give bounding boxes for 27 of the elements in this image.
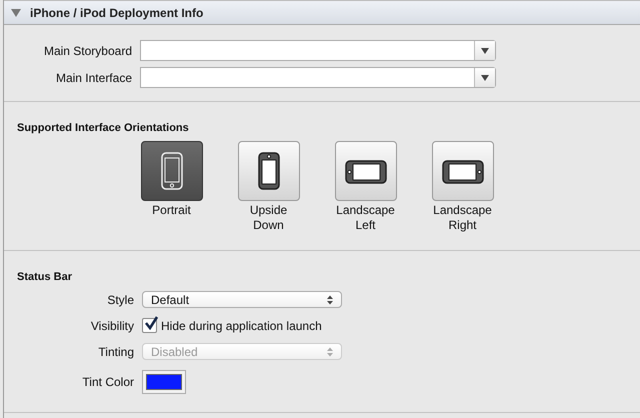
checkbox[interactable] [142, 318, 157, 333]
orientation-label: Portrait [152, 203, 191, 218]
popup-button[interactable]: Default [142, 291, 342, 308]
orientation-label: Landscape Right [433, 203, 492, 233]
section-title: iPhone / iPod Deployment Info [30, 6, 204, 20]
section-heading: Status Bar [17, 271, 74, 283]
section-header[interactable]: iPhone / iPod Deployment Info [4, 0, 640, 25]
stepper-arrows-icon [326, 294, 334, 304]
orientation-toggle[interactable] [238, 141, 300, 201]
stepper-arrows-icon [326, 346, 334, 356]
orientation-label: Upside Down [250, 203, 288, 233]
orientation-toggle[interactable] [334, 141, 396, 201]
field-label: Tint Color [81, 375, 135, 389]
field-label: Visibility [90, 318, 135, 332]
checkbox-label: Hide during application launch [161, 318, 322, 332]
checkmark-icon [144, 316, 159, 330]
field-label: Style [106, 292, 135, 306]
orientation-label: Landscape Left [336, 203, 395, 233]
field-label: Main Interface [54, 70, 133, 84]
color-well[interactable] [142, 370, 186, 394]
dropdown-arrow-icon [480, 46, 490, 54]
section-heading: Supported Interface Orientations [17, 122, 190, 134]
field-label: Tinting [97, 344, 135, 358]
orientation-toggle[interactable] [140, 141, 202, 201]
field-label: Main Storyboard [42, 44, 133, 58]
orientation-toggle[interactable] [432, 141, 494, 201]
dropdown-arrow-icon [480, 74, 490, 82]
